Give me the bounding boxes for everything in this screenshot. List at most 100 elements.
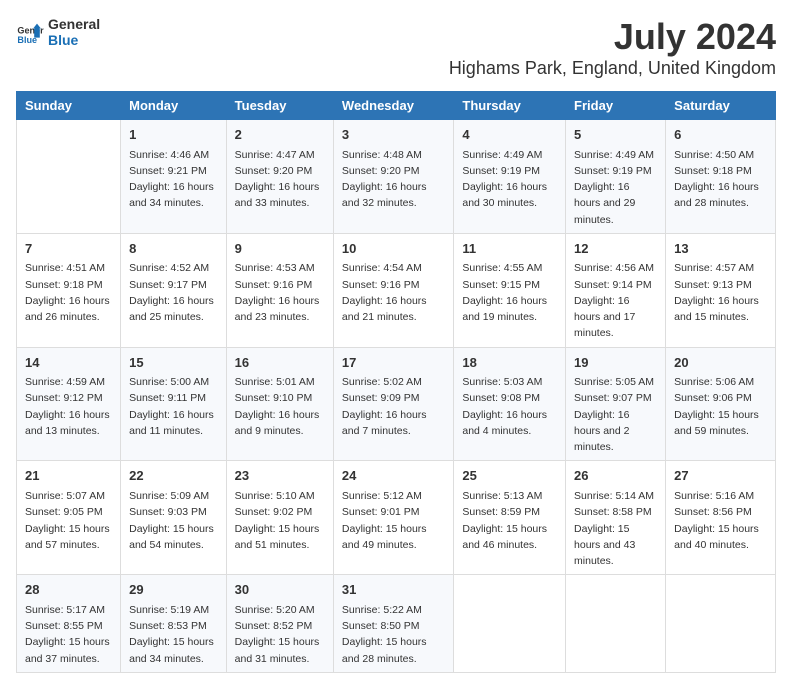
logo-general: General: [48, 16, 100, 32]
cell-content: Sunrise: 5:16 AMSunset: 8:56 PMDaylight:…: [674, 488, 767, 553]
calendar-cell: [566, 575, 666, 673]
svg-text:Blue: Blue: [17, 35, 37, 45]
cell-content: Sunrise: 5:13 AMSunset: 8:59 PMDaylight:…: [462, 488, 557, 553]
cell-content: Sunrise: 5:14 AMSunset: 8:58 PMDaylight:…: [574, 488, 657, 569]
calendar-cell: 31Sunrise: 5:22 AMSunset: 8:50 PMDayligh…: [333, 575, 453, 673]
calendar-cell: 1Sunrise: 4:46 AMSunset: 9:21 PMDaylight…: [121, 120, 227, 234]
calendar-cell: 8Sunrise: 4:52 AMSunset: 9:17 PMDaylight…: [121, 233, 227, 347]
day-number: 7: [25, 239, 112, 259]
cell-content: Sunrise: 4:49 AMSunset: 9:19 PMDaylight:…: [574, 147, 657, 228]
calendar-cell: 21Sunrise: 5:07 AMSunset: 9:05 PMDayligh…: [17, 461, 121, 575]
cell-content: Sunrise: 4:56 AMSunset: 9:14 PMDaylight:…: [574, 260, 657, 341]
calendar-row: 7Sunrise: 4:51 AMSunset: 9:18 PMDaylight…: [17, 233, 776, 347]
logo-icon: General Blue: [16, 18, 44, 46]
calendar-cell: 26Sunrise: 5:14 AMSunset: 8:58 PMDayligh…: [566, 461, 666, 575]
calendar-table: SundayMondayTuesdayWednesdayThursdayFrid…: [16, 91, 776, 673]
calendar-row: 1Sunrise: 4:46 AMSunset: 9:21 PMDaylight…: [17, 120, 776, 234]
day-number: 15: [129, 353, 218, 373]
cell-content: Sunrise: 5:01 AMSunset: 9:10 PMDaylight:…: [235, 374, 325, 439]
day-number: 18: [462, 353, 557, 373]
cell-content: Sunrise: 4:51 AMSunset: 9:18 PMDaylight:…: [25, 260, 112, 325]
day-number: 3: [342, 125, 445, 145]
cell-content: Sunrise: 5:03 AMSunset: 9:08 PMDaylight:…: [462, 374, 557, 439]
header-day-thursday: Thursday: [454, 92, 566, 120]
day-number: 6: [674, 125, 767, 145]
header-day-monday: Monday: [121, 92, 227, 120]
calendar-cell: 9Sunrise: 4:53 AMSunset: 9:16 PMDaylight…: [226, 233, 333, 347]
day-number: 27: [674, 466, 767, 486]
day-number: 4: [462, 125, 557, 145]
cell-content: Sunrise: 4:59 AMSunset: 9:12 PMDaylight:…: [25, 374, 112, 439]
cell-content: Sunrise: 4:53 AMSunset: 9:16 PMDaylight:…: [235, 260, 325, 325]
calendar-cell: 14Sunrise: 4:59 AMSunset: 9:12 PMDayligh…: [17, 347, 121, 461]
cell-content: Sunrise: 4:52 AMSunset: 9:17 PMDaylight:…: [129, 260, 218, 325]
header-day-saturday: Saturday: [666, 92, 776, 120]
calendar-cell: 6Sunrise: 4:50 AMSunset: 9:18 PMDaylight…: [666, 120, 776, 234]
day-number: 20: [674, 353, 767, 373]
header-day-wednesday: Wednesday: [333, 92, 453, 120]
calendar-cell: 22Sunrise: 5:09 AMSunset: 9:03 PMDayligh…: [121, 461, 227, 575]
calendar-row: 28Sunrise: 5:17 AMSunset: 8:55 PMDayligh…: [17, 575, 776, 673]
cell-content: Sunrise: 5:12 AMSunset: 9:01 PMDaylight:…: [342, 488, 445, 553]
calendar-row: 14Sunrise: 4:59 AMSunset: 9:12 PMDayligh…: [17, 347, 776, 461]
cell-content: Sunrise: 4:49 AMSunset: 9:19 PMDaylight:…: [462, 147, 557, 212]
calendar-cell: 4Sunrise: 4:49 AMSunset: 9:19 PMDaylight…: [454, 120, 566, 234]
cell-content: Sunrise: 5:06 AMSunset: 9:06 PMDaylight:…: [674, 374, 767, 439]
page-header: General Blue General Blue July 2024 High…: [16, 16, 776, 79]
day-number: 12: [574, 239, 657, 259]
header-row: SundayMondayTuesdayWednesdayThursdayFrid…: [17, 92, 776, 120]
calendar-header: SundayMondayTuesdayWednesdayThursdayFrid…: [17, 92, 776, 120]
calendar-cell: 18Sunrise: 5:03 AMSunset: 9:08 PMDayligh…: [454, 347, 566, 461]
calendar-cell: 28Sunrise: 5:17 AMSunset: 8:55 PMDayligh…: [17, 575, 121, 673]
cell-content: Sunrise: 5:07 AMSunset: 9:05 PMDaylight:…: [25, 488, 112, 553]
calendar-cell: 10Sunrise: 4:54 AMSunset: 9:16 PMDayligh…: [333, 233, 453, 347]
day-number: 22: [129, 466, 218, 486]
calendar-cell: 11Sunrise: 4:55 AMSunset: 9:15 PMDayligh…: [454, 233, 566, 347]
day-number: 14: [25, 353, 112, 373]
day-number: 25: [462, 466, 557, 486]
header-day-tuesday: Tuesday: [226, 92, 333, 120]
calendar-cell: 23Sunrise: 5:10 AMSunset: 9:02 PMDayligh…: [226, 461, 333, 575]
day-number: 30: [235, 580, 325, 600]
calendar-cell: 12Sunrise: 4:56 AMSunset: 9:14 PMDayligh…: [566, 233, 666, 347]
calendar-cell: 27Sunrise: 5:16 AMSunset: 8:56 PMDayligh…: [666, 461, 776, 575]
day-number: 5: [574, 125, 657, 145]
cell-content: Sunrise: 5:09 AMSunset: 9:03 PMDaylight:…: [129, 488, 218, 553]
calendar-cell: 5Sunrise: 4:49 AMSunset: 9:19 PMDaylight…: [566, 120, 666, 234]
calendar-cell: [454, 575, 566, 673]
day-number: 29: [129, 580, 218, 600]
cell-content: Sunrise: 4:47 AMSunset: 9:20 PMDaylight:…: [235, 147, 325, 212]
calendar-cell: 13Sunrise: 4:57 AMSunset: 9:13 PMDayligh…: [666, 233, 776, 347]
header-day-sunday: Sunday: [17, 92, 121, 120]
day-number: 8: [129, 239, 218, 259]
day-number: 10: [342, 239, 445, 259]
main-title: July 2024: [449, 16, 776, 58]
svg-text:General: General: [17, 25, 44, 35]
day-number: 26: [574, 466, 657, 486]
day-number: 1: [129, 125, 218, 145]
logo-blue: Blue: [48, 32, 100, 48]
calendar-cell: 29Sunrise: 5:19 AMSunset: 8:53 PMDayligh…: [121, 575, 227, 673]
day-number: 24: [342, 466, 445, 486]
logo: General Blue General Blue: [16, 16, 100, 48]
cell-content: Sunrise: 5:02 AMSunset: 9:09 PMDaylight:…: [342, 374, 445, 439]
header-day-friday: Friday: [566, 92, 666, 120]
cell-content: Sunrise: 5:00 AMSunset: 9:11 PMDaylight:…: [129, 374, 218, 439]
calendar-cell: [17, 120, 121, 234]
day-number: 9: [235, 239, 325, 259]
calendar-cell: 19Sunrise: 5:05 AMSunset: 9:07 PMDayligh…: [566, 347, 666, 461]
calendar-cell: 20Sunrise: 5:06 AMSunset: 9:06 PMDayligh…: [666, 347, 776, 461]
day-number: 16: [235, 353, 325, 373]
subtitle: Highams Park, England, United Kingdom: [449, 58, 776, 79]
day-number: 2: [235, 125, 325, 145]
calendar-cell: 2Sunrise: 4:47 AMSunset: 9:20 PMDaylight…: [226, 120, 333, 234]
cell-content: Sunrise: 4:54 AMSunset: 9:16 PMDaylight:…: [342, 260, 445, 325]
day-number: 31: [342, 580, 445, 600]
cell-content: Sunrise: 5:10 AMSunset: 9:02 PMDaylight:…: [235, 488, 325, 553]
day-number: 28: [25, 580, 112, 600]
day-number: 23: [235, 466, 325, 486]
day-number: 11: [462, 239, 557, 259]
cell-content: Sunrise: 4:48 AMSunset: 9:20 PMDaylight:…: [342, 147, 445, 212]
calendar-cell: 25Sunrise: 5:13 AMSunset: 8:59 PMDayligh…: [454, 461, 566, 575]
calendar-cell: 7Sunrise: 4:51 AMSunset: 9:18 PMDaylight…: [17, 233, 121, 347]
